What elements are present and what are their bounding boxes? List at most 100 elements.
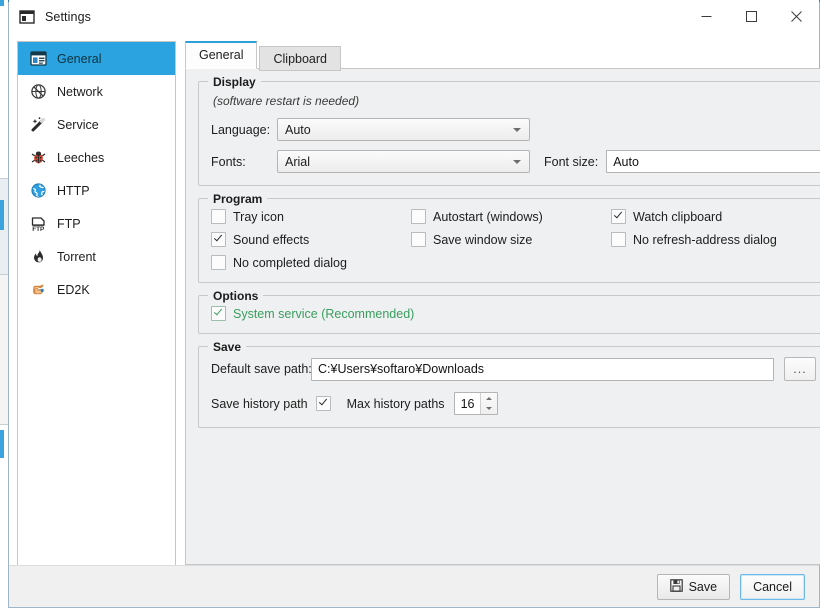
max-history-paths-spinner[interactable]: 16	[453, 392, 498, 415]
tab-strip: General Clipboard	[185, 41, 820, 71]
save-history-label: Save history path	[211, 396, 308, 411]
language-combo[interactable]: Auto	[277, 118, 530, 141]
language-value: Auto	[285, 122, 311, 137]
sidebar-item-label: General	[57, 51, 102, 66]
settings-window: Settings General Network Service Leeches…	[8, 0, 820, 608]
minimize-button[interactable]	[684, 0, 729, 33]
window-body: General Network Service Leeches HTTP FTP…	[9, 33, 820, 607]
background-window-accent	[0, 200, 4, 230]
checkbox-box	[211, 255, 226, 270]
group-legend: Options	[208, 289, 264, 303]
group-legend: Program	[208, 192, 268, 206]
sidebar-item-service[interactable]: Service	[18, 108, 175, 141]
checkbox-watch-clipboard[interactable]: Watch clipboard	[611, 209, 820, 224]
tab-clipboard[interactable]: Clipboard	[259, 46, 341, 71]
sidebar-item-leeches[interactable]: Leeches	[18, 141, 175, 174]
sidebar-item-label: Service	[57, 117, 99, 132]
triangle-up-icon	[485, 396, 492, 400]
dialog-footer: Save Cancel	[9, 565, 819, 607]
settings-pane: General Clipboard Display (software rest…	[185, 41, 820, 607]
checkbox-autostart-windows[interactable]: Autostart (windows)	[411, 209, 611, 224]
checkbox-label: No refresh-address dialog	[633, 232, 777, 247]
spinner-buttons	[479, 393, 497, 415]
checkbox-sound-effects[interactable]: Sound effects	[211, 232, 411, 247]
fonts-label: Fonts:	[211, 154, 246, 169]
ftp-icon: FTP	[28, 214, 48, 234]
default-save-path-value: C:¥Users¥softaro¥Downloads	[318, 362, 485, 376]
checkbox-label: Tray icon	[233, 209, 284, 224]
settings-window-root: Settings General Network Service Leeches…	[0, 0, 820, 608]
leeches-icon	[28, 148, 48, 168]
sidebar-item-label: ED2K	[57, 282, 90, 297]
font-size-spinner[interactable]: Auto	[606, 150, 820, 173]
checkbox-box	[611, 209, 626, 224]
spinner-up-button[interactable]	[481, 393, 497, 404]
triangle-down-icon	[485, 407, 492, 411]
tab-panel-general: Display (software restart is needed) Lan…	[185, 68, 820, 565]
tab-label: Clipboard	[273, 52, 327, 66]
group-options: Options System service (Recommended)	[198, 289, 820, 334]
font-size-label: Font size:	[544, 154, 599, 169]
spinner-down-button[interactable]	[481, 404, 497, 415]
group-program: Program Tray icon Autostart (windows) Wa…	[198, 192, 820, 283]
svg-text:FTP: FTP	[32, 226, 45, 232]
checkbox-box	[211, 209, 226, 224]
sidebar-item-ed2k[interactable]: ED2K	[18, 273, 175, 306]
general-icon	[28, 49, 48, 69]
close-button[interactable]	[774, 0, 819, 33]
chevron-down-icon	[513, 127, 521, 132]
browse-label: ...	[793, 362, 807, 376]
max-history-paths-value: 16	[460, 396, 475, 411]
language-label: Language:	[211, 122, 271, 137]
save-button[interactable]: Save	[656, 573, 731, 600]
checkbox-no-completed-dialog[interactable]: No completed dialog	[211, 255, 411, 270]
checkbox-no-refresh-address-dialog[interactable]: No refresh-address dialog	[611, 232, 820, 247]
window-title: Settings	[45, 9, 91, 24]
restart-note: (software restart is needed)	[213, 94, 360, 108]
torrent-icon	[28, 247, 48, 267]
maximize-button[interactable]	[729, 0, 774, 33]
service-icon	[28, 115, 48, 135]
group-save: Save Default save path: C:¥Users¥softaro…	[198, 340, 820, 428]
fonts-combo[interactable]: Arial	[277, 150, 530, 173]
cancel-button-label: Cancel	[753, 579, 792, 594]
group-display: Display (software restart is needed) Lan…	[198, 75, 820, 186]
sidebar-item-label: Leeches	[57, 150, 105, 165]
checkbox-save-window-size[interactable]: Save window size	[411, 232, 611, 247]
checkbox-system-service[interactable]: System service (Recommended)	[211, 306, 820, 321]
sidebar-item-label: Torrent	[57, 249, 96, 264]
checkbox-tray-icon[interactable]: Tray icon	[211, 209, 411, 224]
sidebar-item-label: FTP	[57, 216, 81, 231]
sidebar-item-label: Network	[57, 84, 103, 99]
sidebar-item-ftp[interactable]: FTP FTP	[18, 207, 175, 240]
browse-button[interactable]: ...	[784, 357, 816, 381]
save-disk-icon	[669, 578, 683, 595]
tab-general[interactable]: General	[185, 41, 258, 69]
checkbox-box	[211, 232, 226, 247]
cancel-button[interactable]: Cancel	[740, 573, 805, 600]
program-checkbox-grid: Tray icon Autostart (windows) Watch clip…	[211, 209, 820, 270]
settings-window-icon	[19, 9, 35, 25]
checkbox-box	[315, 396, 331, 411]
checkbox-box	[211, 306, 226, 321]
checkbox-box	[411, 209, 426, 224]
network-icon	[28, 82, 48, 102]
save-button-label: Save	[688, 579, 718, 594]
title-bar: Settings	[9, 0, 819, 33]
background-window-accent	[0, 0, 4, 6]
sidebar-item-torrent[interactable]: Torrent	[18, 240, 175, 273]
default-save-path-input[interactable]: C:¥Users¥softaro¥Downloads	[311, 357, 774, 381]
background-window-accent	[0, 430, 4, 458]
checkbox-box	[411, 232, 426, 247]
sidebar-item-network[interactable]: Network	[18, 75, 175, 108]
sidebar-item-general[interactable]: General	[18, 42, 175, 75]
save-history-row: Save history path Max history paths 16	[211, 392, 820, 415]
sidebar-item-label: HTTP	[57, 183, 90, 198]
max-history-paths-label: Max history paths	[346, 396, 445, 411]
checkbox-save-history-path[interactable]	[315, 396, 331, 411]
checkbox-label: Sound effects	[233, 232, 310, 247]
window-controls	[684, 0, 819, 33]
checkbox-label: System service (Recommended)	[233, 306, 415, 321]
group-legend: Save	[208, 340, 247, 354]
sidebar-item-http[interactable]: HTTP	[18, 174, 175, 207]
